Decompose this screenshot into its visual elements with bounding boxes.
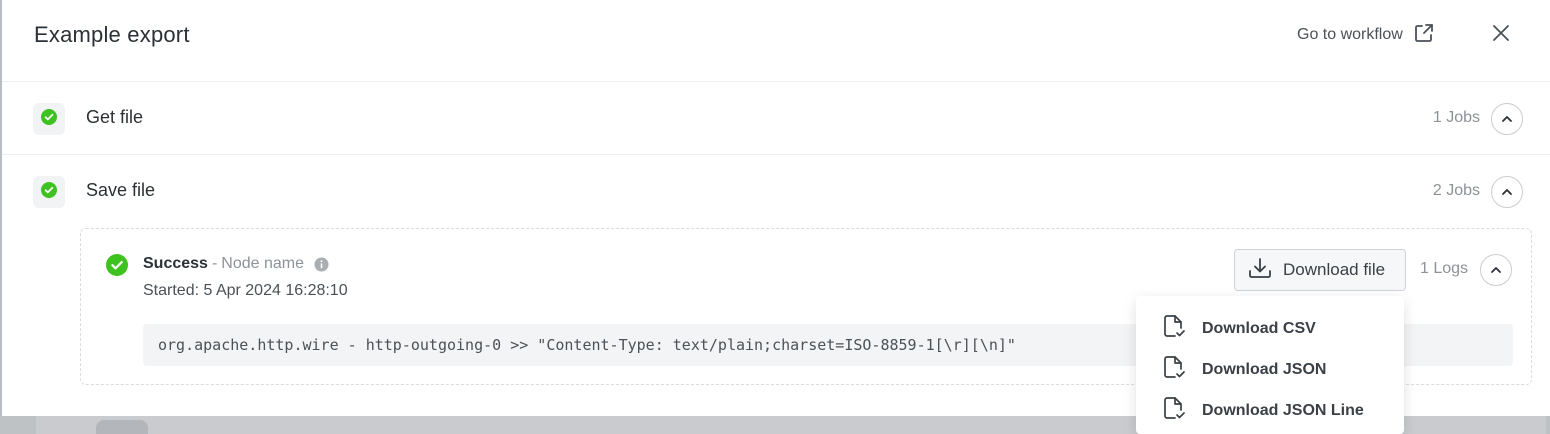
menu-item-label: Download CSV	[1202, 319, 1316, 337]
download-file-label: Download file	[1283, 260, 1386, 279]
step-jobs-count: 1 Jobs	[1432, 109, 1480, 126]
go-to-workflow-label: Go to workflow	[1297, 26, 1403, 43]
logs-count: 1 Logs	[1420, 260, 1469, 277]
close-icon	[1491, 23, 1511, 48]
external-link-icon	[1413, 22, 1435, 49]
step-jobs-count: 2 Jobs	[1432, 182, 1480, 199]
menu-item-label: Download JSON Line	[1202, 401, 1364, 419]
chevron-up-icon	[1490, 261, 1502, 279]
file-check-icon	[1162, 313, 1186, 344]
info-icon[interactable]	[314, 257, 329, 272]
copy-icon[interactable]	[1481, 336, 1499, 354]
backdrop-chip	[96, 420, 148, 434]
step-name: Save file	[86, 180, 156, 200]
menu-item-label: Download JSON	[1202, 360, 1327, 378]
job-separator: -	[211, 255, 218, 272]
job-node-name: Node name	[221, 255, 304, 272]
download-menu: Download CSV Download JSON Download JSON…	[1136, 296, 1404, 434]
check-circle-icon	[106, 254, 128, 281]
check-circle-icon	[41, 181, 57, 203]
check-circle-icon	[41, 108, 57, 130]
logs-collapse-button[interactable]	[1480, 254, 1512, 286]
step-row-get-file: Get file 1 Jobs	[2, 83, 1550, 155]
download-json-menu-item[interactable]: Download JSON	[1136, 349, 1404, 390]
step-row-save-file: Save file 2 Jobs	[2, 156, 1550, 228]
collapse-button[interactable]	[1491, 103, 1523, 135]
collapse-button[interactable]	[1491, 176, 1523, 208]
step-name: Get file	[86, 107, 144, 127]
download-json-line-menu-item[interactable]: Download JSON Line	[1136, 390, 1404, 431]
download-file-button[interactable]: Download file	[1234, 249, 1406, 291]
file-check-icon	[1162, 354, 1186, 385]
close-button[interactable]	[1488, 22, 1514, 48]
job-title: Success - Node name	[143, 255, 329, 273]
modal-header: Example export Go to workflow	[2, 0, 1550, 82]
job-started-time: Started: 5 Apr 2024 16:28:10	[143, 282, 348, 299]
download-csv-menu-item[interactable]: Download CSV	[1136, 308, 1404, 349]
step-status-badge	[33, 103, 65, 135]
go-to-workflow-link[interactable]: Go to workflow	[1297, 22, 1435, 48]
step-status-badge	[33, 176, 65, 208]
log-line-text: org.apache.http.wire - http-outgoing-0 >…	[158, 336, 1016, 354]
modal-title: Example export	[34, 22, 190, 47]
chevron-up-icon	[1501, 110, 1513, 128]
job-status-text: Success	[143, 255, 208, 272]
download-icon	[1247, 256, 1273, 285]
chevron-up-icon	[1501, 183, 1513, 201]
file-check-icon	[1162, 395, 1186, 426]
